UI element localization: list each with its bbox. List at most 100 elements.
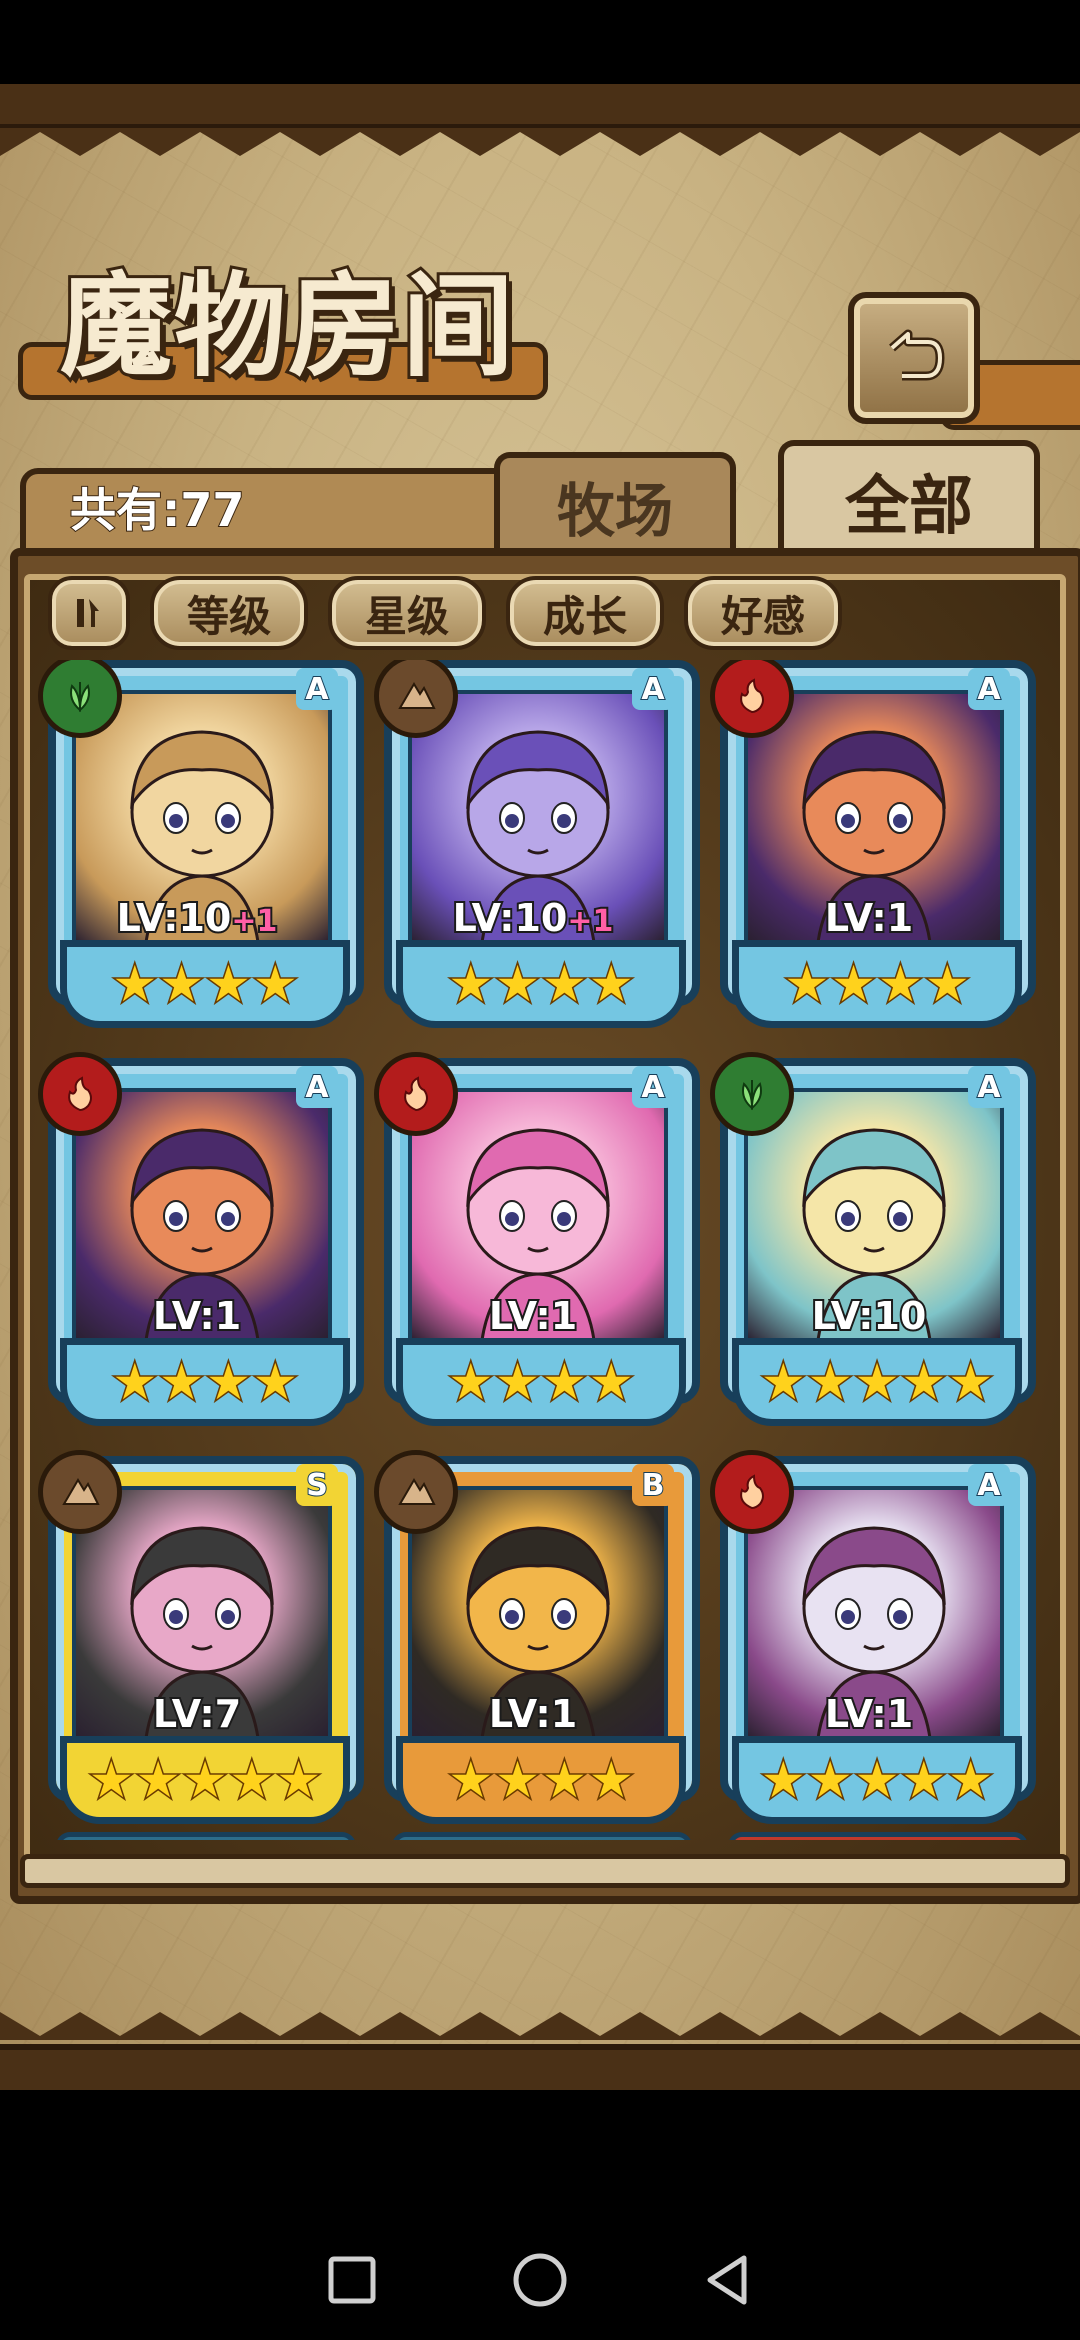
- sort-by-level-button[interactable]: 等级: [150, 576, 308, 650]
- bottom-zigzag: [0, 2012, 1080, 2040]
- star-icon: ★: [87, 1751, 135, 1809]
- star-icon: ★: [251, 955, 299, 1013]
- level-text: LV:1: [487, 1292, 579, 1340]
- monster-card[interactable]: LV:7 ★ ★ ★ ★ ★ S: [38, 1450, 364, 1824]
- star-icon: ★: [275, 1751, 323, 1809]
- monster-level: LV:1: [374, 1690, 692, 1738]
- bottom-border: [0, 2044, 1080, 2090]
- rank-badge: S: [296, 1464, 338, 1506]
- star-icon: ★: [759, 1751, 807, 1809]
- star-icon: ★: [205, 1353, 253, 1411]
- game-screen: 魔物房间 共有:77 牧场 全部 等级 星级 成长 好感 LV:10+1 ★ ★ ★ ★…: [0, 84, 1080, 2090]
- star-icon: ★: [541, 955, 589, 1013]
- star-rating: ★ ★ ★ ★ ★: [732, 1338, 1022, 1426]
- star-icon: ★: [853, 1353, 901, 1411]
- rank-badge: A: [296, 668, 338, 710]
- monster-level: LV:1: [38, 1292, 356, 1340]
- star-icon: ★: [806, 1751, 854, 1809]
- sort-toggle-icon: [77, 599, 99, 627]
- rank-badge: A: [968, 1066, 1010, 1108]
- monster-card[interactable]: LV:1 ★ ★ ★ ★ ★ A: [710, 1450, 1036, 1824]
- grass-element-icon: [710, 1052, 794, 1136]
- star-rating: ★ ★ ★ ★: [396, 1338, 686, 1426]
- star-icon: ★: [111, 955, 159, 1013]
- star-icon: ★: [783, 955, 831, 1013]
- star-icon: ★: [158, 955, 206, 1013]
- next-row-card-edge: [56, 1832, 356, 1840]
- star-rating: ★ ★ ★ ★: [60, 1338, 350, 1426]
- star-icon: ★: [947, 1353, 995, 1411]
- star-icon: ★: [900, 1353, 948, 1411]
- star-icon: ★: [251, 1353, 299, 1411]
- monster-count: 共有:77: [69, 482, 245, 538]
- level-text: LV:10: [115, 894, 234, 942]
- star-rating: ★ ★ ★ ★: [396, 1736, 686, 1824]
- sort-by-growth-button[interactable]: 成长: [506, 576, 664, 650]
- level-bonus: +1: [229, 902, 279, 941]
- level-text: LV:1: [487, 1690, 579, 1738]
- star-icon: ★: [587, 1353, 635, 1411]
- star-icon: ★: [587, 1751, 635, 1809]
- tab-pasture[interactable]: 牧场: [494, 452, 736, 554]
- star-icon: ★: [447, 1751, 495, 1809]
- star-icon: ★: [900, 1751, 948, 1809]
- undo-arrow-icon: [889, 329, 945, 381]
- rank-badge: A: [632, 1066, 674, 1108]
- sort-level-label: 等级: [186, 591, 271, 641]
- panel-bottom-rail: [20, 1854, 1070, 1888]
- monster-level: LV:10+1: [38, 894, 356, 942]
- level-text: LV:10: [451, 894, 570, 942]
- tab-all[interactable]: 全部: [778, 440, 1040, 556]
- star-rating: ★ ★ ★ ★: [60, 940, 350, 1028]
- star-icon: ★: [947, 1751, 995, 1809]
- star-icon: ★: [759, 1353, 807, 1411]
- monster-card[interactable]: LV:1 ★ ★ ★ ★ A: [374, 1052, 700, 1426]
- monster-level: LV:10+1: [374, 894, 692, 942]
- star-icon: ★: [806, 1353, 854, 1411]
- triangle-back-icon[interactable]: [700, 2252, 756, 2308]
- sort-stars-label: 星级: [364, 591, 449, 641]
- monster-level: LV:7: [38, 1690, 356, 1738]
- star-rating: ★ ★ ★ ★: [396, 940, 686, 1028]
- star-icon: ★: [494, 1353, 542, 1411]
- star-icon: ★: [587, 955, 635, 1013]
- title-plate: 魔物房间: [18, 222, 548, 422]
- monster-card[interactable]: LV:10+1 ★ ★ ★ ★ A: [38, 660, 364, 1028]
- square-icon[interactable]: [324, 2252, 380, 2308]
- next-row-card-edge: [728, 1832, 1028, 1840]
- star-icon: ★: [447, 1353, 495, 1411]
- sort-by-affection-button[interactable]: 好感: [684, 576, 842, 650]
- star-icon: ★: [541, 1353, 589, 1411]
- rank-badge: A: [968, 1464, 1010, 1506]
- monster-card[interactable]: LV:1 ★ ★ ★ ★ A: [38, 1052, 364, 1426]
- page-title: 魔物房间: [57, 258, 517, 395]
- level-bonus: +1: [565, 902, 615, 941]
- star-icon: ★: [205, 955, 253, 1013]
- level-text: LV:1: [823, 894, 915, 942]
- monster-grid: LV:10+1 ★ ★ ★ ★ A LV:10+1 ★ ★ ★ ★ A LV:1 ★ ★ ★ ★ A LV:1 ★ ★ ★…: [38, 660, 1042, 1840]
- star-icon: ★: [158, 1353, 206, 1411]
- back-button[interactable]: [848, 292, 980, 424]
- sort-toggle-button[interactable]: [48, 576, 130, 650]
- level-text: LV:1: [151, 1292, 243, 1340]
- top-zigzag: [0, 128, 1080, 156]
- monster-card[interactable]: LV:1 ★ ★ ★ ★ B: [374, 1450, 700, 1824]
- monster-card[interactable]: LV:10 ★ ★ ★ ★ ★ A: [710, 1052, 1036, 1426]
- star-rating: ★ ★ ★ ★ ★: [60, 1736, 350, 1824]
- monster-card[interactable]: LV:10+1 ★ ★ ★ ★ A: [374, 660, 700, 1028]
- earth-element-icon: [38, 1450, 122, 1534]
- sort-row: 等级 星级 成长 好感: [48, 576, 842, 650]
- star-icon: ★: [494, 955, 542, 1013]
- top-border: [0, 84, 1080, 130]
- star-rating: ★ ★ ★ ★: [732, 940, 1022, 1028]
- monster-card[interactable]: LV:1 ★ ★ ★ ★ A: [710, 660, 1036, 1028]
- star-icon: ★: [228, 1751, 276, 1809]
- circle-icon[interactable]: [510, 2250, 570, 2310]
- star-icon: ★: [830, 955, 878, 1013]
- tab-pasture-label: 牧场: [556, 477, 673, 545]
- fire-element-icon: [38, 1052, 122, 1136]
- star-icon: ★: [923, 955, 971, 1013]
- star-icon: ★: [134, 1751, 182, 1809]
- rank-badge: A: [296, 1066, 338, 1108]
- sort-by-stars-button[interactable]: 星级: [328, 576, 486, 650]
